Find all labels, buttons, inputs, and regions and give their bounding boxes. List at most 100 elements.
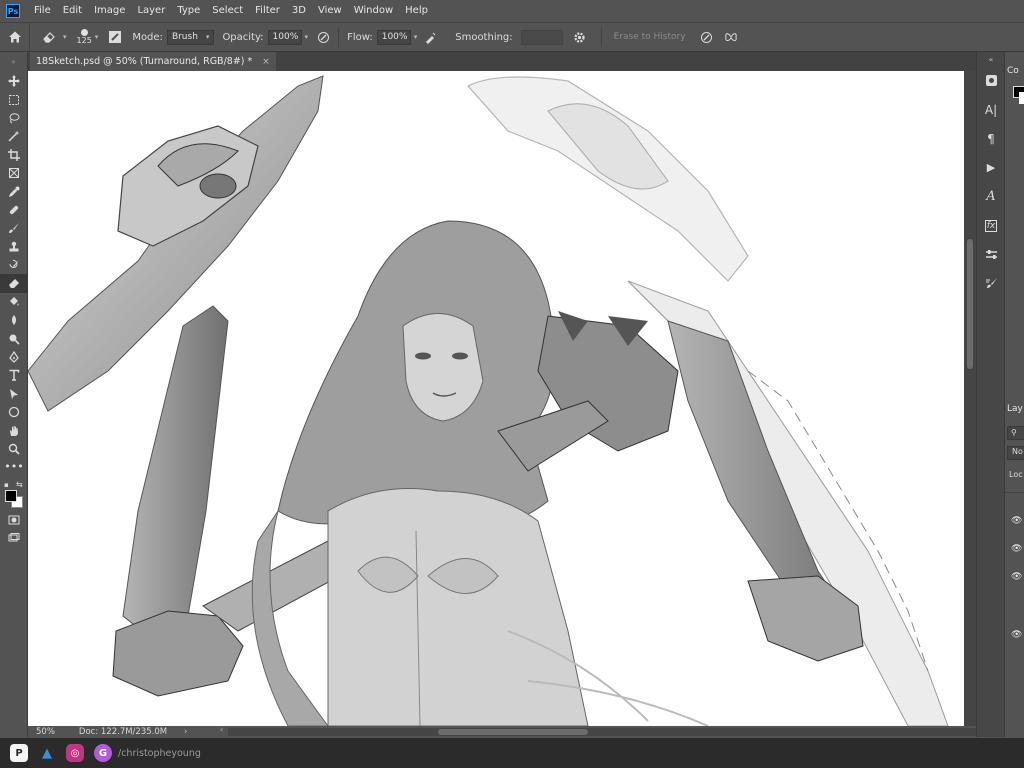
eraser-tool[interactable] [0,274,28,293]
layer-visibility-eye-icon[interactable]: 👁 [1011,516,1022,526]
history-brush-icon [9,260,19,268]
layer-filter-search[interactable]: ⚲ [1007,426,1024,440]
document-tab[interactable]: 18Sketch.psd @ 50% (Turnaround, RGB/8#) … [30,52,276,71]
default-colors-icon[interactable]: ▪ [4,481,9,489]
menu-bar: Ps File Edit Image Layer Type Select Fil… [0,0,1024,22]
screen-mode-button[interactable] [0,529,28,547]
menu-type[interactable]: Type [171,0,206,22]
lasso-tool[interactable] [0,109,28,127]
status-menu-arrow-icon[interactable]: › [184,727,187,737]
magic-wand-tool[interactable] [0,127,28,145]
path-selection-tool[interactable] [0,385,28,403]
shape-icon [8,407,20,418]
brush-tool[interactable] [0,219,28,237]
layers-panel-tab[interactable]: Lay [1007,404,1023,418]
erase-to-history-option[interactable]: Erase to History [614,32,686,42]
social-handle: /christopheyoung [118,747,201,759]
brush-size-picker[interactable]: 125 [77,29,92,45]
document-tab-bar: 18Sketch.psd @ 50% (Turnaround, RGB/8#) … [28,52,976,71]
character-panel-button[interactable]: A| [977,95,1005,124]
crop-tool[interactable] [0,146,28,164]
photoshop-logo-icon: Ps [6,4,20,18]
blend-mode-dropdown[interactable]: No [1007,446,1024,460]
marquee-tool[interactable] [0,90,28,108]
paint-bucket-tool[interactable] [0,293,28,311]
pressure-size-button[interactable] [698,28,716,46]
move-tool[interactable] [0,72,28,90]
brush-settings-toggle[interactable] [106,28,124,46]
menu-window[interactable]: Window [348,0,399,22]
toolbar-grip[interactable]: » [0,52,27,72]
blur-tool[interactable] [0,311,28,329]
history-brush-tool[interactable] [0,256,28,274]
color-panel-tab[interactable]: Co [1007,66,1019,80]
screen-mode-icon [8,533,20,542]
styles-panel-button[interactable]: fx [977,211,1005,240]
brush-icon [9,223,19,234]
pen-tool[interactable] [0,348,28,366]
symmetry-button[interactable] [722,28,740,46]
pressure-opacity-button[interactable] [314,28,332,46]
vertical-scroll-thumb[interactable] [967,239,973,369]
shape-tool[interactable] [0,403,28,421]
dock-panel-toggle[interactable] [977,66,1005,95]
menu-edit[interactable]: Edit [57,0,88,22]
smoothing-field[interactable] [520,29,563,45]
document-size-info[interactable]: Doc: 122.7M/235.0M [79,727,167,737]
menu-image[interactable]: Image [88,0,131,22]
layer-visibility-eye-icon[interactable]: 👁 [1011,630,1022,640]
menu-filter[interactable]: Filter [249,0,286,22]
healing-tool[interactable] [0,201,28,219]
eyedropper-tool[interactable] [0,182,28,200]
mode-dropdown[interactable]: Brush ▾ [166,29,215,45]
chevron-down-icon[interactable]: ▾ [95,33,99,41]
status-bar: 50% Doc: 122.7M/235.0M › ‹ [28,725,988,738]
adjustments-panel-button[interactable] [977,240,1005,269]
brush-tip-icon [80,29,88,36]
frame-tool[interactable] [0,164,28,182]
horizontal-scrollbar[interactable]: ‹ [220,725,988,736]
opacity-field[interactable]: 100% [267,29,302,45]
flow-field[interactable]: 100% [376,29,411,45]
menu-file[interactable]: File [28,0,57,22]
horizontal-scroll-thumb[interactable] [438,729,588,735]
zoom-level[interactable]: 50% [36,727,55,737]
swap-colors-icon[interactable]: ⇆ [16,480,23,489]
airbrush-button[interactable] [421,28,439,46]
collapse-dock-button[interactable]: « [977,52,1005,66]
gradient-icon [10,296,19,306]
layer-row-divider [1005,492,1024,493]
scroll-left-icon[interactable]: ‹ [220,725,223,734]
brush-settings-panel-button[interactable] [977,269,1005,298]
menu-help[interactable]: Help [399,0,434,22]
menu-3d[interactable]: 3D [286,0,312,22]
dodge-tool[interactable] [0,329,28,347]
chevron-down-icon[interactable]: ▾ [63,33,67,41]
glyphs-panel-button[interactable]: A [977,182,1005,211]
type-tool[interactable] [0,366,28,384]
layer-visibility-eye-icon[interactable]: 👁 [1011,544,1022,554]
foreground-color-swatch[interactable] [5,489,17,502]
artstation-icon: ▲ [42,745,52,761]
zoom-icon [8,443,20,455]
quick-mask-button[interactable] [0,511,28,529]
zoom-tool[interactable] [0,440,28,458]
document-canvas[interactable] [28,71,964,726]
color-panel-background-swatch[interactable] [1019,92,1024,104]
smoothing-options-button[interactable] [571,28,589,46]
menu-layer[interactable]: Layer [131,0,171,22]
menu-select[interactable]: Select [206,0,249,22]
paragraph-panel-button[interactable]: ¶ [977,124,1005,153]
hand-tool[interactable] [0,421,28,439]
chevron-down-icon[interactable]: ▾ [305,33,309,41]
vertical-scrollbar[interactable] [964,71,976,726]
layer-visibility-eye-icon[interactable]: 👁 [1011,572,1022,582]
menu-view[interactable]: View [312,0,348,22]
clone-stamp-tool[interactable] [0,238,28,256]
chevron-down-icon[interactable]: ▾ [414,33,418,41]
eraser-tool-preset-button[interactable] [40,28,58,46]
close-icon[interactable]: × [262,57,270,67]
home-button[interactable] [0,22,30,52]
more-tools-button[interactable]: ••• [0,458,28,476]
actions-panel-button[interactable]: ▶ [977,153,1005,182]
